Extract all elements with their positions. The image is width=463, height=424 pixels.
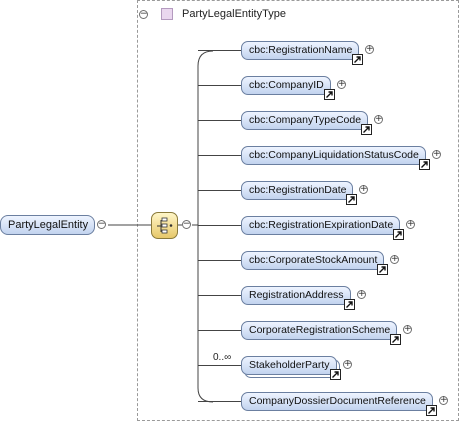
element-company-type-code[interactable]: cbc:CompanyTypeCode xyxy=(241,111,369,130)
expand-button[interactable]: + xyxy=(337,80,346,89)
root-collapse-button[interactable]: − xyxy=(97,220,106,229)
element-stakeholder-party[interactable]: StakeholderParty xyxy=(241,356,337,375)
element-registration-address[interactable]: RegistrationAddress xyxy=(241,286,351,305)
reference-arrow-icon xyxy=(344,299,355,310)
sequence-bracket xyxy=(197,50,214,403)
cardinality-label: 0..∞ xyxy=(213,352,232,363)
reference-arrow-icon xyxy=(352,54,363,65)
element-registration-name[interactable]: cbc:RegistrationName xyxy=(241,41,360,60)
sequence-compositor-icon[interactable] xyxy=(151,212,178,239)
element-company-id[interactable]: cbc:CompanyID xyxy=(241,76,331,95)
reference-arrow-icon xyxy=(377,264,388,275)
root-element[interactable]: PartyLegalEntity xyxy=(0,215,95,235)
expand-button[interactable]: + xyxy=(374,115,383,124)
element-corporate-stock-amount[interactable]: cbc:CorporateStockAmount xyxy=(241,251,385,270)
reference-arrow-icon xyxy=(419,159,430,170)
sequence-collapse-button[interactable]: − xyxy=(182,220,191,229)
element-registration-date[interactable]: cbc:RegistrationDate xyxy=(241,181,354,200)
expand-button[interactable]: + xyxy=(390,255,399,264)
reference-arrow-icon xyxy=(324,89,335,100)
reference-arrow-icon xyxy=(346,194,357,205)
reference-arrow-icon xyxy=(426,405,437,416)
expand-button[interactable]: + xyxy=(403,325,412,334)
element-corporate-registration-scheme[interactable]: CorporateRegistrationScheme xyxy=(241,321,398,340)
expand-button[interactable]: + xyxy=(439,396,448,405)
reference-arrow-icon xyxy=(390,334,401,345)
reference-arrow-icon xyxy=(393,229,404,240)
connector-lines xyxy=(108,50,241,403)
expand-button[interactable]: + xyxy=(357,290,366,299)
reference-arrow-icon xyxy=(330,369,341,380)
expand-button[interactable]: + xyxy=(343,360,352,369)
reference-arrow-icon xyxy=(361,124,372,135)
element-registration-expiration-date[interactable]: cbc:RegistrationExpirationDate xyxy=(241,216,401,235)
element-company-dossier-document-reference[interactable]: CompanyDossierDocumentReference xyxy=(241,392,433,411)
expand-button[interactable]: + xyxy=(365,45,374,54)
element-company-liquidation-status-code[interactable]: cbc:CompanyLiquidationStatusCode xyxy=(241,146,426,165)
expand-button[interactable]: + xyxy=(406,220,415,229)
expand-button[interactable]: + xyxy=(359,185,368,194)
expand-button[interactable]: + xyxy=(432,150,441,159)
